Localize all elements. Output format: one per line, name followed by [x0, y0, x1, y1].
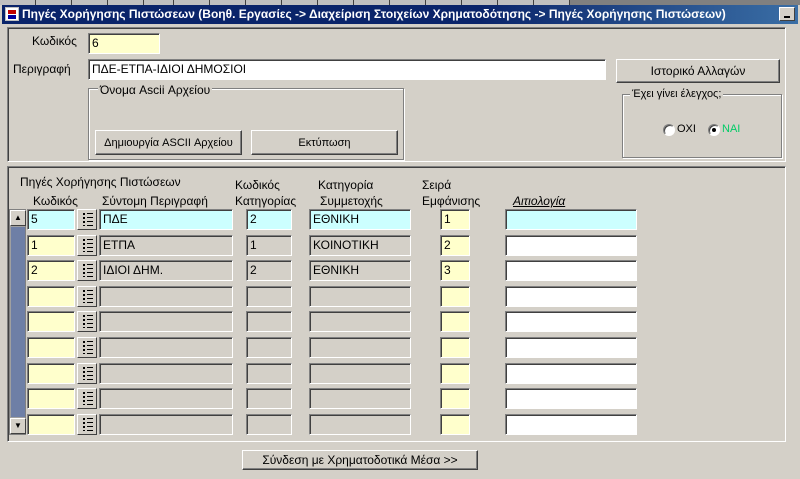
cell-participation[interactable] [309, 414, 411, 435]
cell-justification[interactable] [505, 286, 637, 307]
cell-category-code[interactable]: 2 [246, 209, 292, 230]
cell-participation[interactable] [309, 388, 411, 409]
cell-justification[interactable] [505, 209, 637, 230]
link-financial-means-button[interactable]: Σύνδεση με Χρηματοδοτικά Μέσα >> [242, 450, 478, 470]
list-of-values-icon[interactable] [77, 260, 97, 281]
cell-order[interactable] [440, 337, 470, 358]
code-field[interactable]: 6 [88, 33, 160, 54]
cell-code[interactable] [27, 286, 75, 307]
cell-short-desc[interactable] [99, 388, 233, 409]
cell-order[interactable]: 1 [440, 209, 470, 230]
radio-yes[interactable] [708, 124, 720, 136]
checked-group-title: Έχει γίνει έλεγχος; [630, 88, 724, 100]
cell-justification[interactable] [505, 260, 637, 281]
column-header-category-code-2: Κατηγορίας [235, 194, 297, 208]
cell-order[interactable]: 2 [440, 235, 470, 256]
cell-justification[interactable] [505, 337, 637, 358]
cell-justification[interactable] [505, 311, 637, 332]
radio-yes-label: ΝΑΙ [722, 123, 741, 135]
cell-participation[interactable]: ΕΘΝΙΚΗ [309, 260, 411, 281]
cell-justification[interactable] [505, 388, 637, 409]
cell-category-code[interactable] [246, 363, 292, 384]
cell-category-code[interactable] [246, 311, 292, 332]
code-label: Κωδικός [32, 34, 77, 48]
history-button[interactable]: Ιστορικό Αλλαγών [616, 59, 780, 83]
cell-code[interactable] [27, 414, 75, 435]
cell-category-code[interactable] [246, 414, 292, 435]
list-of-values-icon[interactable] [77, 363, 97, 384]
cell-order[interactable] [440, 388, 470, 409]
grid-title: Πηγές Χορήγησης Πιστώσεων [20, 175, 181, 189]
cell-category-code[interactable]: 2 [246, 260, 292, 281]
cell-short-desc[interactable] [99, 363, 233, 384]
cell-code[interactable] [27, 337, 75, 358]
cell-short-desc[interactable] [99, 311, 233, 332]
cell-order[interactable] [440, 286, 470, 307]
list-of-values-icon[interactable] [77, 311, 97, 332]
list-of-values-icon[interactable] [77, 337, 97, 358]
cell-participation[interactable]: ΕΘΝΙΚΗ [309, 209, 411, 230]
window-titlebar: Πηγές Χορήγησης Πιστώσεων (Βοηθ. Εργασίε… [2, 5, 798, 24]
cell-code[interactable]: 5 [27, 209, 75, 230]
list-of-values-icon[interactable] [77, 388, 97, 409]
cell-order[interactable] [440, 363, 470, 384]
column-header-justification: Αιτιολογία [513, 194, 566, 208]
column-header-participation-1: Κατηγορία [318, 178, 374, 192]
description-label: Περιγραφή [13, 62, 71, 76]
cell-short-desc[interactable]: ΕΤΠΑ [99, 235, 233, 256]
cell-short-desc[interactable]: ΙΔΙΟΙ ΔΗΜ. [99, 260, 233, 281]
create-ascii-button[interactable]: Δημιουργία ASCII Αρχείου [95, 130, 242, 155]
cell-code[interactable]: 2 [27, 260, 75, 281]
column-header-category-code-1: Κωδικός [235, 178, 280, 192]
cell-justification[interactable] [505, 235, 637, 256]
minimize-button[interactable] [779, 7, 795, 21]
cell-short-desc[interactable]: ΠΔΕ [99, 209, 233, 230]
scroll-thumb[interactable] [11, 227, 25, 417]
radio-no[interactable] [663, 124, 675, 136]
app-icon [5, 7, 19, 21]
cell-category-code[interactable] [246, 337, 292, 358]
column-header-participation-2: Συμμετοχής [320, 194, 383, 208]
cell-short-desc[interactable] [99, 414, 233, 435]
radio-no-label: ΟΧΙ [677, 123, 696, 135]
window-title: Πηγές Χορήγησης Πιστώσεων (Βοηθ. Εργασίε… [22, 7, 726, 21]
cell-code[interactable] [27, 388, 75, 409]
cell-category-code[interactable] [246, 286, 292, 307]
cell-short-desc[interactable] [99, 286, 233, 307]
list-of-values-icon[interactable] [77, 209, 97, 230]
cell-participation[interactable] [309, 363, 411, 384]
column-header-short-desc: Σύντομη Περιγραφή [102, 194, 208, 208]
ascii-group-title: Όνομα Ascii Αρχείου [98, 83, 213, 97]
cell-category-code[interactable]: 1 [246, 235, 292, 256]
list-of-values-icon[interactable] [77, 235, 97, 256]
cell-participation[interactable] [309, 311, 411, 332]
list-of-values-icon[interactable] [77, 286, 97, 307]
checked-group [622, 94, 782, 158]
cell-justification[interactable] [505, 414, 637, 435]
cell-category-code[interactable] [246, 388, 292, 409]
description-field[interactable]: ΠΔΕ-ΕΤΠΑ-ΙΔΙΟΙ ΔΗΜΟΣΙΟΙ [88, 59, 606, 80]
cell-order[interactable] [440, 311, 470, 332]
column-header-order-1: Σειρά [422, 178, 452, 192]
cell-code[interactable] [27, 311, 75, 332]
list-of-values-icon[interactable] [77, 414, 97, 435]
scroll-up-arrow-icon[interactable]: ▲ [10, 210, 26, 226]
cell-order[interactable] [440, 414, 470, 435]
cell-order[interactable]: 3 [440, 260, 470, 281]
cell-code[interactable]: 1 [27, 235, 75, 256]
cell-participation[interactable] [309, 286, 411, 307]
cell-participation[interactable]: ΚΟΙΝΟΤΙΚΗ [309, 235, 411, 256]
cell-justification[interactable] [505, 363, 637, 384]
column-header-code: Κωδικός [33, 194, 78, 208]
column-header-order-2: Εμφάνισης [422, 194, 481, 208]
grid-scrollbar[interactable]: ▲ ▼ [9, 209, 26, 435]
print-button[interactable]: Εκτύπωση [251, 130, 398, 155]
scroll-down-arrow-icon[interactable]: ▼ [10, 418, 26, 434]
cell-participation[interactable] [309, 337, 411, 358]
cell-code[interactable] [27, 363, 75, 384]
cell-short-desc[interactable] [99, 337, 233, 358]
